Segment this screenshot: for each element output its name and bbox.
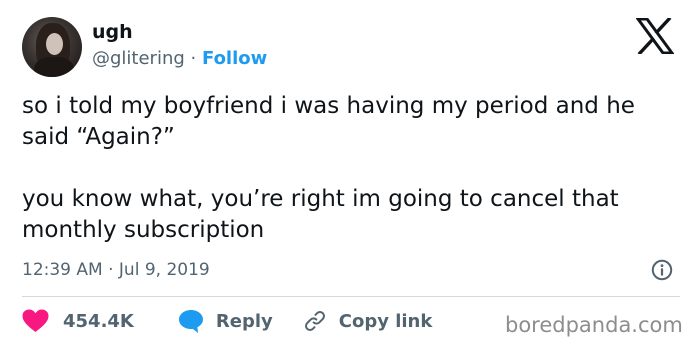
like-count: 454.4K: [63, 310, 134, 332]
reply-button[interactable]: Reply: [178, 309, 273, 334]
separator-dot: ·: [190, 48, 197, 69]
follow-button[interactable]: Follow: [202, 48, 267, 69]
reply-label: Reply: [215, 310, 273, 332]
copy-link-button[interactable]: Copy link: [303, 309, 433, 333]
link-icon: [304, 311, 325, 331]
avatar-body: [34, 57, 74, 77]
heart-icon: [22, 309, 49, 332]
display-name[interactable]: ugh: [92, 20, 133, 44]
tweet-text: so i told my boyfriend i was having my p…: [22, 91, 682, 246]
watermark: boredpanda.com: [505, 313, 683, 337]
handle-line: @glitering · Follow: [92, 47, 267, 71]
tweet-paragraph-2: you know what, you’re right im going to …: [22, 186, 619, 243]
like-button[interactable]: 454.4K: [22, 309, 134, 333]
action-bar: 454.4K Reply Copy link: [22, 305, 432, 337]
avatar[interactable]: [22, 17, 82, 77]
divider: [22, 296, 680, 297]
tweet-timestamp[interactable]: 12:39 AM · Jul 9, 2019: [22, 258, 210, 282]
handle[interactable]: @glitering: [92, 48, 185, 69]
avatar-face: [46, 33, 63, 55]
tweet-paragraph-1: so i told my boyfriend i was having my p…: [22, 93, 635, 150]
info-icon[interactable]: [651, 259, 673, 281]
speech-bubble-icon: [178, 309, 203, 333]
x-logo-icon[interactable]: [636, 18, 674, 54]
copy-link-label: Copy link: [338, 310, 433, 332]
